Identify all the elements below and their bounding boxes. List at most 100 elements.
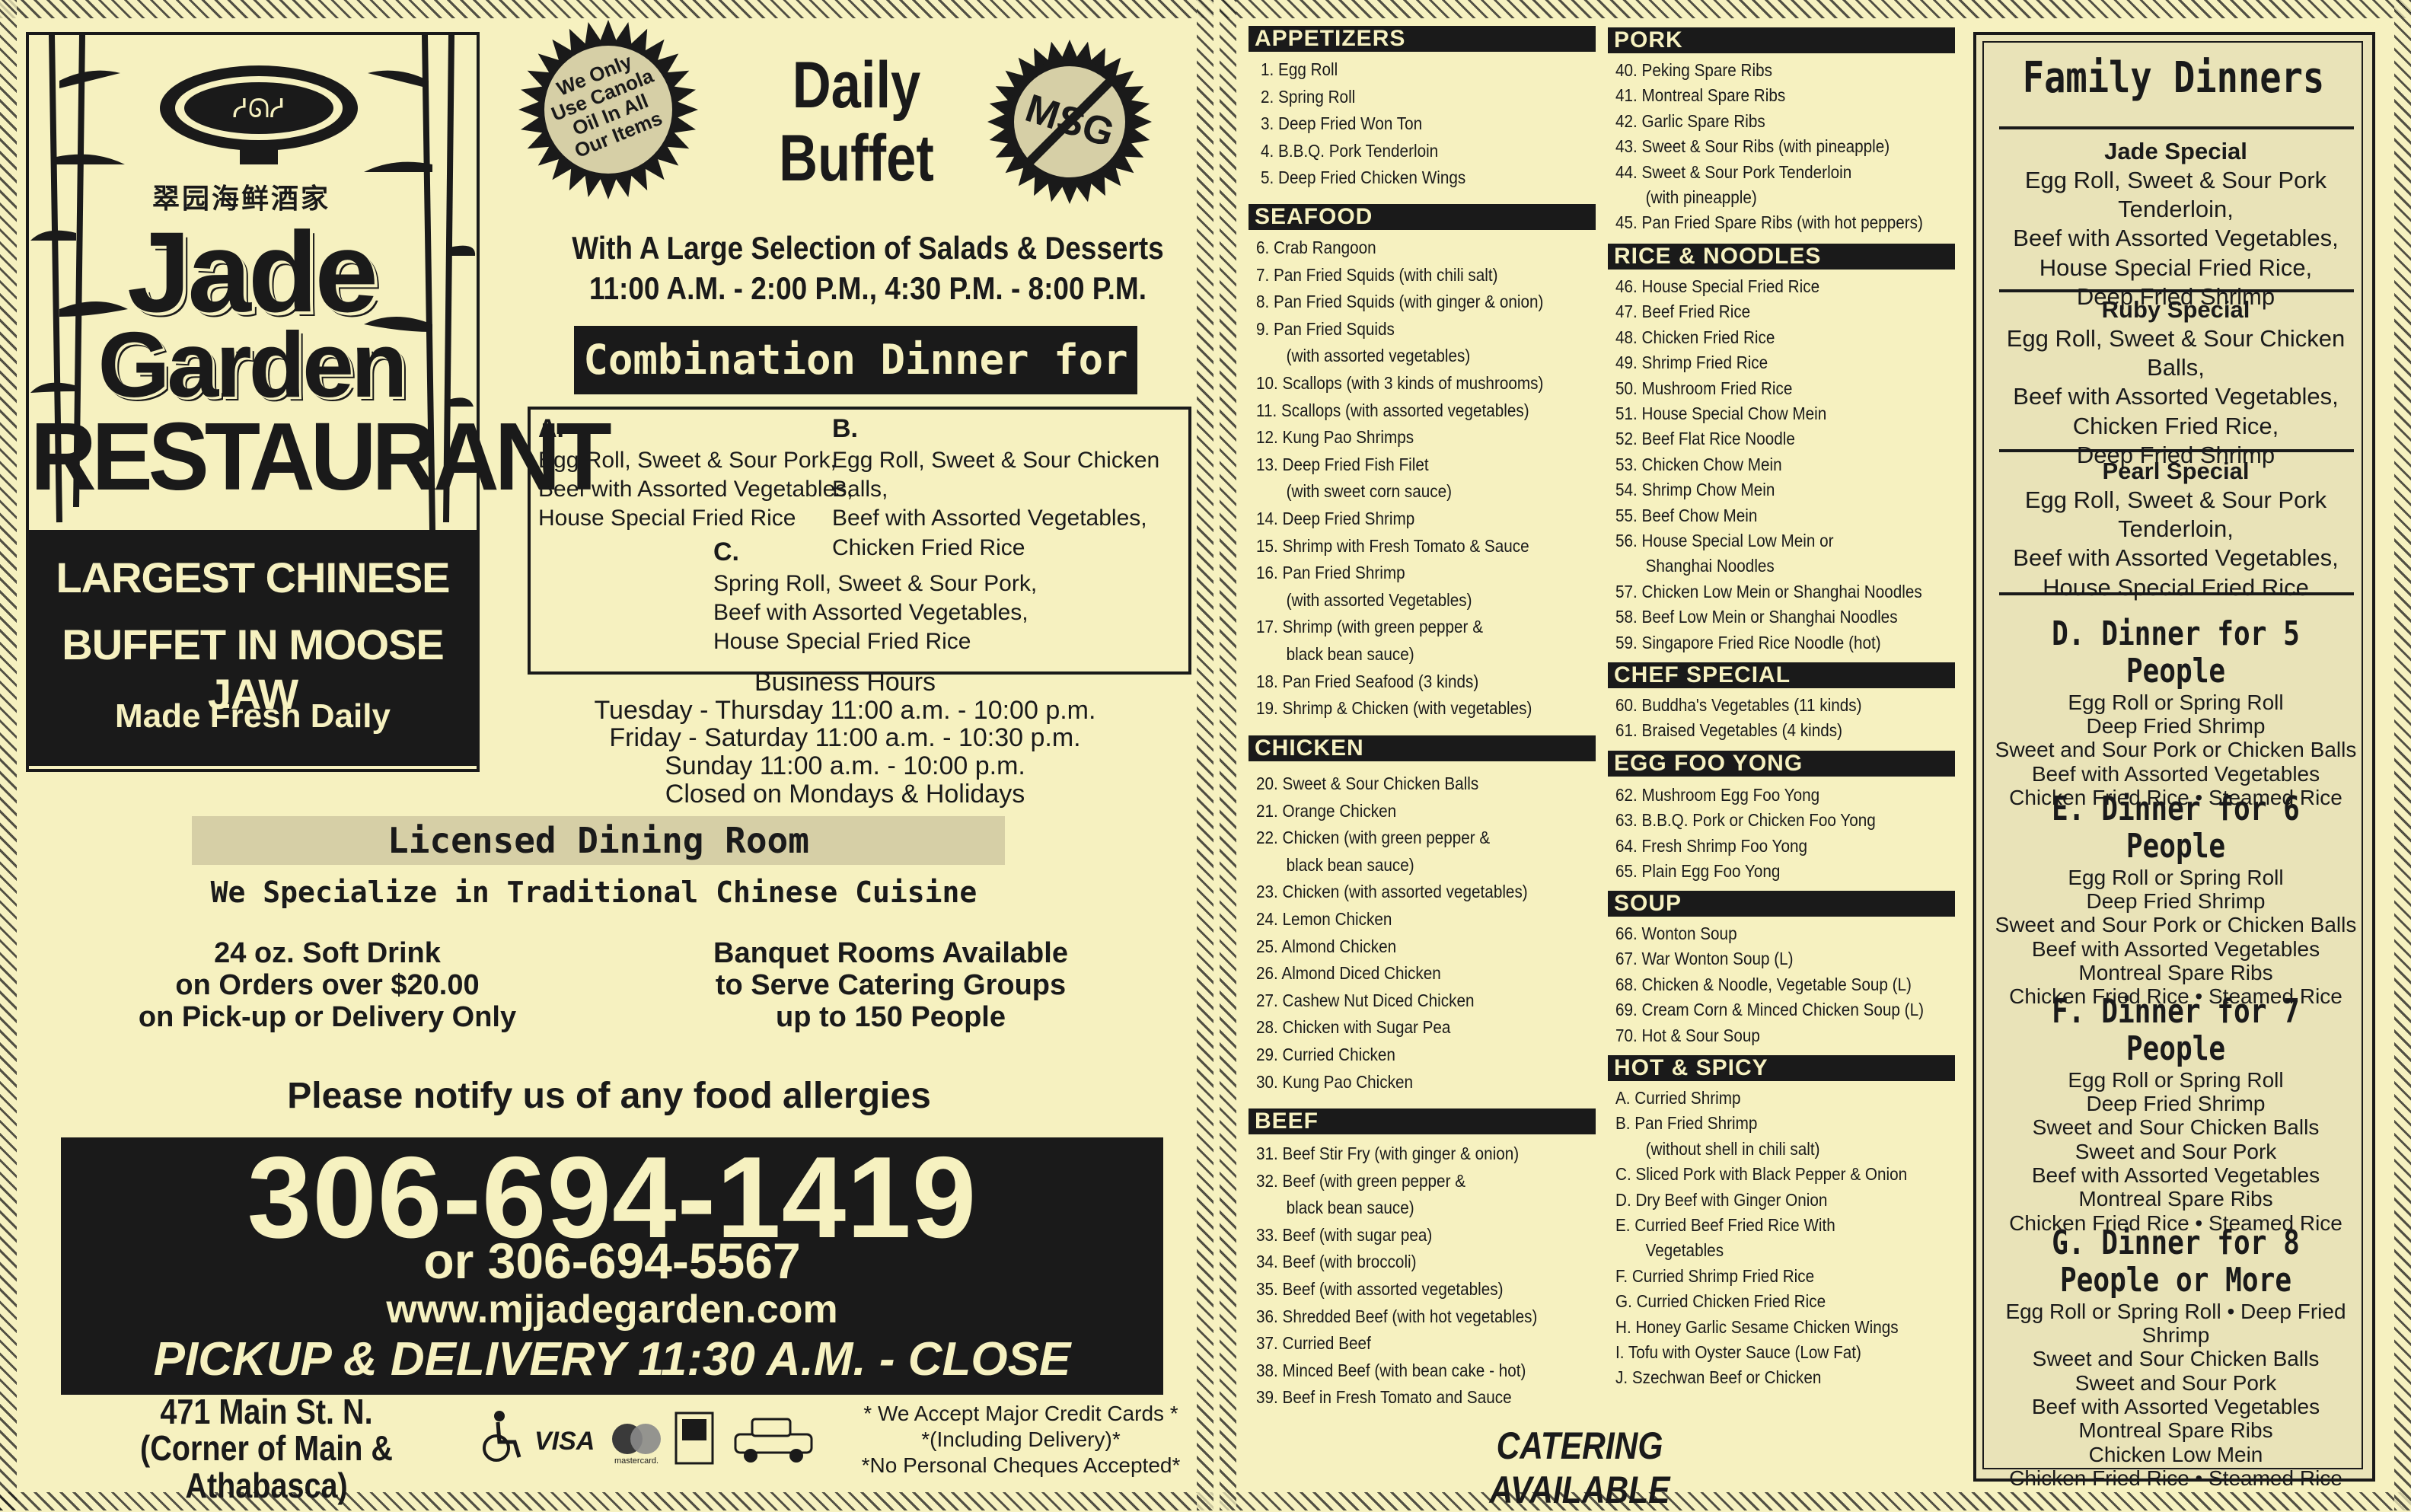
buffet-times: 11:00 A.M. - 2:00 P.M., 4:30 P.M. - 8:00…: [588, 270, 1147, 306]
menu-item: 44. Sweet & Sour Pork Tenderloin: [1615, 161, 1852, 182]
section-hot-spicy: HOT & SPICY: [1608, 1055, 1955, 1081]
menu-item: 23. Chicken (with assorted vegetables): [1256, 882, 1528, 902]
menu-item: Egg Roll or Spring Roll: [2068, 1067, 2284, 1092]
buffet-subtitle: With A Large Selection of Salads & Desse…: [566, 228, 1169, 308]
family-d-name: D. Dinner for 5 People: [2052, 614, 2300, 691]
menu-item: C. Sliced Pork with Black Pepper & Onion: [1615, 1164, 1908, 1185]
menu-item: 66. Wonton Soup: [1615, 923, 1737, 943]
phone-alt[interactable]: or 306-694-5567: [61, 1232, 1163, 1290]
combo-b-key: B.: [832, 414, 858, 443]
menu-item: 51. House Special Chow Mein: [1615, 404, 1827, 424]
menu-item: 52. Beef Flat Rice Noodle: [1615, 429, 1795, 449]
banquet-line: to Serve Catering Groups: [715, 968, 1067, 1001]
tagline-line3: Made Fresh Daily: [115, 697, 391, 735]
vegetables-list: 60. Buddha's Vegetables (11 kinds) 61. Br…: [1615, 693, 1861, 744]
menu-item: A. Curried Shrimp: [1615, 1088, 1741, 1108]
menu-item: I. Tofu with Oyster Sauce (Low Fat): [1615, 1342, 1861, 1363]
menu-item: Vegetables: [1645, 1240, 1724, 1261]
menu-item: 16. Pan Fried Shrimp: [1256, 563, 1405, 583]
menu-item: 4. B.B.Q. Pork Tenderloin: [1261, 140, 1439, 161]
soft-drink-offer: 24 oz. Soft Drink on Orders over $20.00 …: [107, 937, 548, 1033]
combo-a-line: Egg Roll, Sweet & Sour Pork,: [538, 447, 837, 473]
menu-item: House Special Fried Rice: [2043, 573, 2309, 601]
family-g-lines: Egg Roll or Spring Roll • Deep Fried Shr…: [1982, 1300, 2369, 1491]
menu-item: 49. Shrimp Fried Rice: [1615, 352, 1768, 373]
combo-c-key: C.: [713, 537, 739, 566]
hours-line: Closed on Mondays & Holidays: [665, 779, 1025, 809]
section-beef: BEEF: [1249, 1108, 1596, 1134]
menu-item: 22. Chicken (with green pepper &: [1256, 828, 1491, 848]
menu-item: 29. Curried Chicken: [1256, 1044, 1395, 1064]
section-pork: PORK: [1608, 27, 1955, 53]
menu-item: 11. Scallops (with assorted vegetables): [1256, 400, 1529, 420]
family-ruby-name: Ruby Special: [2101, 296, 2250, 323]
menu-item: 70. Hot & Sour Soup: [1615, 1025, 1760, 1045]
menu-item: Beef with Assorted Vegetables: [2031, 1394, 2320, 1418]
menu-item: 13. Deep Fried Fish Filet: [1256, 454, 1429, 474]
hours-title: Business Hours: [754, 668, 936, 697]
menu-item: 9. Pan Fried Squids: [1256, 318, 1395, 339]
tagline-line1: LARGEST CHINESE: [56, 553, 450, 601]
menu-item: 48. Chicken Fried Rice: [1615, 327, 1775, 347]
divider: [1999, 592, 2354, 595]
offer-line: 24 oz. Soft Drink: [214, 937, 441, 969]
menu-item: 14. Deep Fried Shrimp: [1256, 508, 1415, 528]
menu-item: 20. Sweet & Sour Chicken Balls: [1256, 774, 1479, 793]
menu-item: 19. Shrimp & Chicken (with vegetables): [1256, 698, 1532, 719]
hours-line: Tuesday - Thursday 11:00 a.m. - 10:00 p.…: [594, 695, 1096, 725]
menu-item: Egg Roll or Spring Roll • Deep Fried Shr…: [2005, 1299, 2346, 1347]
menu-item: 26. Almond Diced Chicken: [1256, 963, 1441, 984]
offer-line: on Orders over $20.00: [175, 968, 480, 1001]
family-dinner-e: E. Dinner for 6 People Egg Roll or Sprin…: [1982, 790, 2369, 1009]
brand-garden: Garden: [97, 313, 407, 416]
menu-item: Egg Roll or Spring Roll: [2068, 690, 2284, 714]
menu-item: Deep Fried Shrimp: [2086, 888, 2266, 913]
family-dinner-g: G. Dinner for 8 People or More Egg Roll …: [1982, 1224, 2369, 1490]
menu-item: 63. B.B.Q. Pork or Chicken Foo Yong: [1615, 810, 1876, 831]
hours-line: Friday - Saturday 11:00 a.m. - 10:30 p.m…: [609, 723, 1081, 753]
menu-item: J. Szechwan Beef or Chicken: [1615, 1367, 1822, 1388]
menu-item: 67. War Wonton Soup (L): [1615, 949, 1794, 969]
menu-item: Egg Roll or Spring Roll: [2068, 865, 2284, 889]
divider: [1999, 126, 2354, 129]
no-msg-badge: MSG: [987, 40, 1152, 204]
menu-item: 27. Cashew Nut Diced Chicken: [1256, 990, 1475, 1010]
menu-item: D. Dry Beef with Ginger Onion: [1615, 1189, 1828, 1210]
menu-item: 57. Chicken Low Mein or Shanghai Noodles: [1615, 581, 1922, 601]
menu-item: 3. Deep Fried Won Ton: [1261, 113, 1423, 134]
menu-item: Chicken Low Mein: [2088, 1442, 2263, 1466]
family-f-lines: Egg Roll or Spring Roll Deep Fried Shrimp…: [1982, 1068, 2369, 1236]
menu-item: 2. Spring Roll: [1261, 86, 1356, 107]
address-street: 471 Main St. N.: [160, 1392, 373, 1431]
menu-item: Egg Roll, Sweet & Sour Pork Tenderloin,: [2024, 486, 2327, 543]
menu-item: 7. Pan Fried Squids (with chili salt): [1256, 264, 1498, 285]
hot-spicy-list: A. Curried Shrimp B. Pan Fried Shrimp (wit…: [1615, 1086, 1907, 1391]
divider: [1999, 449, 2354, 452]
section-soup: SOUP: [1608, 891, 1955, 917]
egg-foo-yong-list: 62. Mushroom Egg Foo Yong 63. B.B.Q. Pork…: [1615, 783, 1876, 885]
buffet-word: Buffet: [779, 122, 934, 196]
combo-b-line: Egg Roll, Sweet & Sour Chicken Balls,: [832, 447, 1160, 502]
family-jade-name: Jade Special: [2104, 138, 2247, 164]
family-pearl-name: Pearl Special: [2102, 458, 2250, 484]
credit-line: * We Accept Major Credit Cards *: [863, 1402, 1178, 1425]
brand-restaurant: RESTAURANT: [30, 403, 612, 511]
menu-item: 15. Shrimp with Fresh Tomato & Sauce: [1256, 535, 1529, 556]
combo-c-line: House Special Fried Rice: [713, 629, 971, 655]
menu-item: 10. Scallops (with 3 kinds of mushrooms): [1256, 372, 1544, 393]
menu-item: 35. Beef (with assorted vegetables): [1256, 1278, 1504, 1299]
menu-item: Beef with Assorted Vegetables,: [2013, 225, 2339, 252]
menu-item: 43. Sweet & Sour Ribs (with pineapple): [1615, 136, 1890, 157]
menu-item: black bean sauce): [1286, 854, 1414, 875]
combo-b-line: Beef with Assorted Vegetables,: [832, 506, 1147, 531]
section-appetizers: APPETIZERS: [1249, 26, 1596, 52]
section-chef-vegetables: CHEF SPECIAL VEGETABLES: [1608, 662, 1955, 713]
menu-item: 42. Garlic Spare Ribs: [1615, 110, 1765, 131]
visa-logo: VISA: [534, 1427, 595, 1456]
menu-item: 50. Mushroom Fried Rice: [1615, 378, 1793, 398]
banquet-line: up to 150 People: [776, 1000, 1006, 1033]
daily-buffet-heading: Daily Buffet: [754, 49, 960, 196]
wheelchair-icon: [483, 1411, 521, 1462]
credit-card-note: * We Accept Major Credit Cards * *(Inclu…: [857, 1401, 1185, 1479]
website-link[interactable]: www.mjjadegarden.com: [61, 1287, 1163, 1332]
